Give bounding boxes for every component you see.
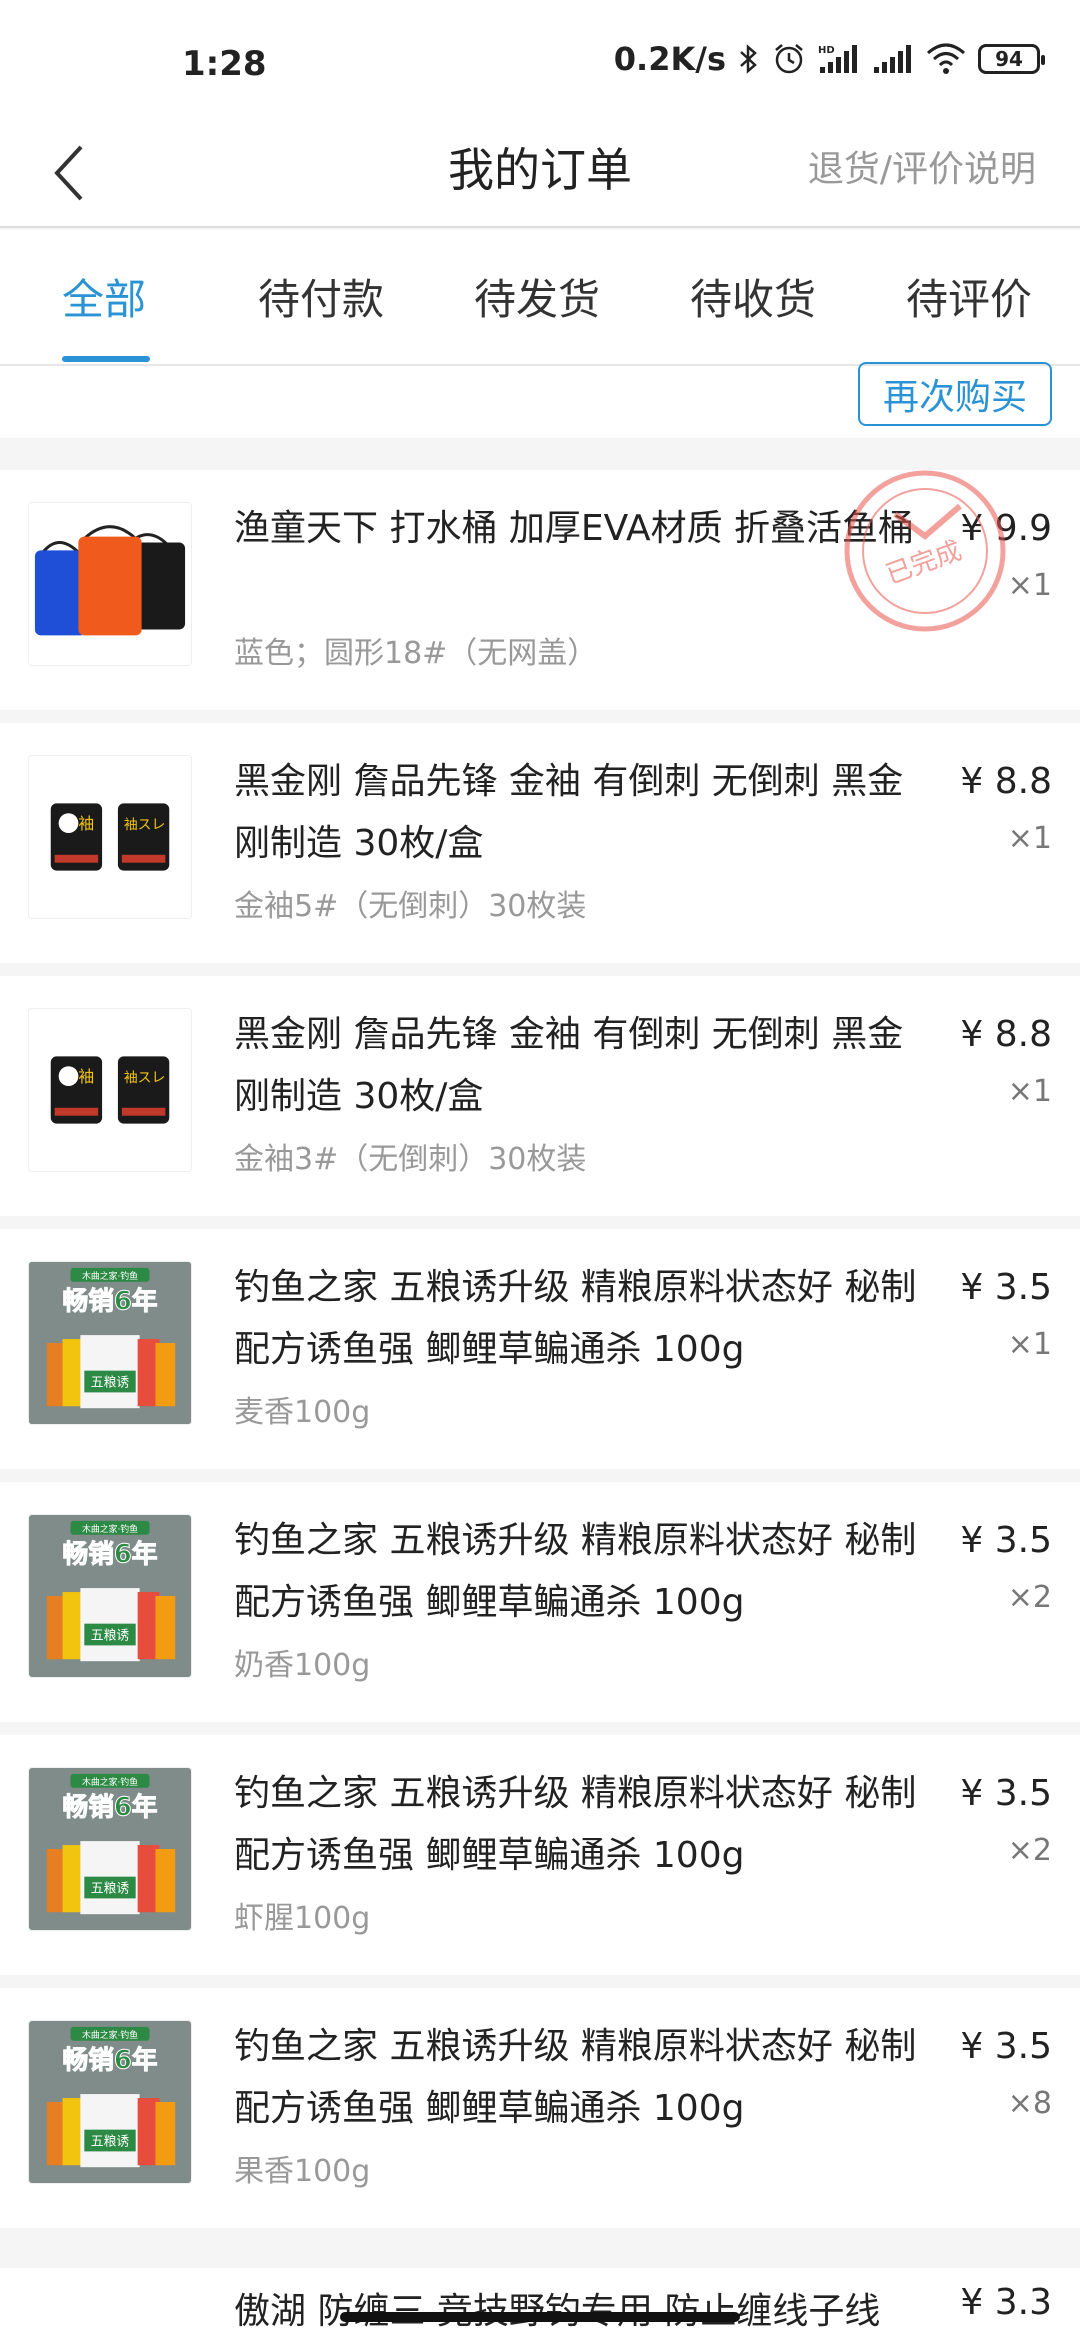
product-price: ¥ 3.5: [960, 1773, 1052, 1814]
product-quantity: ×1: [1007, 1074, 1052, 1109]
product-title: 黑金刚 詹品先锋 金袖 有倒刺 无倒刺 黑金刚制造 30枚/盒: [234, 1014, 904, 1117]
hook-box-image: 袖 袖スレ: [29, 1009, 191, 1171]
product-quantity: ×2: [1007, 1580, 1052, 1615]
app-header: 我的订单 退货/评价说明: [0, 120, 1080, 228]
order-item[interactable]: 木曲之家·钓鱼 畅销6年 五粮诱 钓鱼之家 五粮诱升级 精粮原料状态好 秘制配方…: [0, 1988, 1080, 2228]
tab-pending-shipment[interactable]: 待发货: [474, 266, 600, 327]
order-item[interactable]: 木曲之家·钓鱼 畅销6年 五粮诱 钓鱼之家 五粮诱升级 精粮原料状态好 秘制配方…: [0, 1735, 1080, 1975]
bait-top-label: 木曲之家·钓鱼: [82, 1270, 138, 1282]
product-image: 木曲之家·钓鱼 畅销6年 五粮诱: [28, 1767, 192, 1931]
product-quantity: ×1: [1007, 821, 1052, 856]
product-image: 木曲之家·钓鱼 畅销6年 五粮诱: [28, 2020, 192, 2184]
tab-pending-receipt[interactable]: 待收货: [690, 266, 816, 327]
product-spec: 虾腥100g: [234, 1901, 371, 1936]
product-quantity: ×8: [1007, 2086, 1052, 2121]
bait-banner: 畅销6年: [63, 1538, 158, 1569]
bait-banner: 畅销6年: [63, 2044, 158, 2075]
bait-pack-image: 木曲之家·钓鱼 畅销6年 五粮诱: [29, 1515, 191, 1677]
bait-name-label: 五粮诱: [91, 2134, 130, 2149]
product-spec: 蓝色；圆形18#（无网盖）: [234, 636, 598, 671]
svg-text:HD: HD: [818, 45, 835, 56]
previous-order-footer: 再次购买: [0, 362, 1080, 438]
product-image: [28, 502, 192, 666]
product-spec: 奶香100g: [234, 1648, 371, 1683]
bait-pack-image: 木曲之家·钓鱼 畅销6年 五粮诱: [29, 1262, 191, 1424]
buy-again-button[interactable]: 再次购买: [858, 362, 1052, 426]
product-image: 袖 袖スレ: [28, 1008, 192, 1172]
product-quantity: ×2: [1007, 1833, 1052, 1868]
bait-top-label: 木曲之家·钓鱼: [82, 1523, 138, 1535]
active-tab-indicator: [62, 356, 150, 362]
bait-banner: 畅销6年: [63, 1285, 158, 1316]
product-price: ¥ 3.5: [960, 1267, 1052, 1308]
product-spec: 金袖3#（无倒刺）30枚装: [234, 1142, 587, 1177]
order-item-partial[interactable]: 傲湖 防缠三 竞技野钓专用 防止缠线子线 ¥ 3.3: [0, 2268, 1080, 2340]
order-item[interactable]: 袖 袖スレ 黑金刚 詹品先锋 金袖 有倒刺 无倒刺 黑金刚制造 30枚/盒 金袖…: [0, 723, 1080, 963]
battery-icon: 94: [978, 44, 1045, 74]
product-title: 钓鱼之家 五粮诱升级 精粮原料状态好 秘制配方诱鱼强 鲫鲤草鳊通杀 100g: [234, 1267, 917, 1370]
product-spec: 麦香100g: [234, 1395, 371, 1430]
home-indicator[interactable]: [340, 2312, 740, 2322]
status-bar: 1:28 0.2K/s HD 94: [0, 0, 1080, 120]
alarm-icon: [772, 42, 806, 76]
hook-right-label: 袖スレ: [124, 817, 165, 833]
product-quantity: ×1: [1007, 568, 1052, 603]
product-price: ¥ 8.8: [960, 1014, 1052, 1055]
product-image: 木曲之家·钓鱼 畅销6年 五粮诱: [28, 1514, 192, 1678]
product-image: 木曲之家·钓鱼 畅销6年 五粮诱: [28, 1261, 192, 1425]
hook-left-label: 袖: [78, 814, 94, 833]
hook-right-label: 袖スレ: [124, 1070, 165, 1086]
product-title: 渔童天下 打水桶 加厚EVA材质 折叠活鱼桶: [234, 508, 915, 549]
product-spec: 果香100g: [234, 2154, 371, 2189]
hook-left-label: 袖: [78, 1067, 94, 1086]
product-price: ¥ 8.8: [960, 761, 1052, 802]
completed-stamp-icon: 已完成: [844, 470, 1006, 632]
order-tabs: 全部 待付款 待发货 待收货 待评价: [0, 230, 1080, 366]
tab-pending-payment[interactable]: 待付款: [258, 266, 384, 327]
network-speed: 0.2K/s: [613, 40, 726, 78]
hook-box-image: 袖 袖スレ: [29, 756, 191, 918]
order-item[interactable]: 袖 袖スレ 黑金刚 詹品先锋 金袖 有倒刺 无倒刺 黑金刚制造 30枚/盒 金袖…: [0, 976, 1080, 1216]
product-price: ¥ 3.3: [960, 2282, 1052, 2323]
bait-name-label: 五粮诱: [91, 1881, 130, 1896]
tab-pending-review[interactable]: 待评价: [906, 266, 1032, 327]
product-spec: 金袖5#（无倒刺）30枚装: [234, 889, 587, 924]
product-image: 袖 袖スレ: [28, 755, 192, 919]
product-title: 钓鱼之家 五粮诱升级 精粮原料状态好 秘制配方诱鱼强 鲫鲤草鳊通杀 100g: [234, 1520, 917, 1623]
product-quantity: ×1: [1007, 1327, 1052, 1362]
product-title: 钓鱼之家 五粮诱升级 精粮原料状态好 秘制配方诱鱼强 鲫鲤草鳊通杀 100g: [234, 1773, 917, 1876]
order-items-list: 渔童天下 打水桶 加厚EVA材质 折叠活鱼桶 蓝色；圆形18#（无网盖） ¥ 9…: [0, 470, 1080, 2241]
bucket-image: [29, 503, 191, 665]
product-price: ¥ 3.5: [960, 2026, 1052, 2067]
bait-banner: 畅销6年: [63, 1791, 158, 1822]
product-price: ¥ 3.5: [960, 1520, 1052, 1561]
signal-hd-icon: HD: [818, 43, 860, 75]
bluetooth-icon: [738, 43, 760, 75]
tab-all[interactable]: 全部: [62, 266, 146, 327]
product-title: 傲湖 防缠三 竞技野钓专用 防止缠线子线: [234, 2291, 881, 2332]
bait-name-label: 五粮诱: [91, 1628, 130, 1643]
signal-icon: [872, 43, 914, 75]
order-item[interactable]: 木曲之家·钓鱼 畅销6年 五粮诱 钓鱼之家 五粮诱升级 精粮原料状态好 秘制配方…: [0, 1229, 1080, 1469]
bait-top-label: 木曲之家·钓鱼: [82, 1776, 138, 1788]
bait-top-label: 木曲之家·钓鱼: [82, 2029, 138, 2041]
bait-pack-image: 木曲之家·钓鱼 畅销6年 五粮诱: [29, 2021, 191, 2183]
status-icons: 0.2K/s HD 94: [613, 40, 1045, 78]
status-time: 1:28: [182, 44, 267, 84]
return-review-info-link[interactable]: 退货/评价说明: [808, 140, 1036, 192]
product-title: 黑金刚 詹品先锋 金袖 有倒刺 无倒刺 黑金刚制造 30枚/盒: [234, 761, 904, 864]
order-item[interactable]: 木曲之家·钓鱼 畅销6年 五粮诱 钓鱼之家 五粮诱升级 精粮原料状态好 秘制配方…: [0, 1482, 1080, 1722]
wifi-icon: [926, 43, 966, 75]
stamp-label: 已完成: [882, 536, 966, 591]
bait-pack-image: 木曲之家·钓鱼 畅销6年 五粮诱: [29, 1768, 191, 1930]
bait-name-label: 五粮诱: [91, 1375, 130, 1390]
product-title: 钓鱼之家 五粮诱升级 精粮原料状态好 秘制配方诱鱼强 鲫鲤草鳊通杀 100g: [234, 2026, 917, 2129]
